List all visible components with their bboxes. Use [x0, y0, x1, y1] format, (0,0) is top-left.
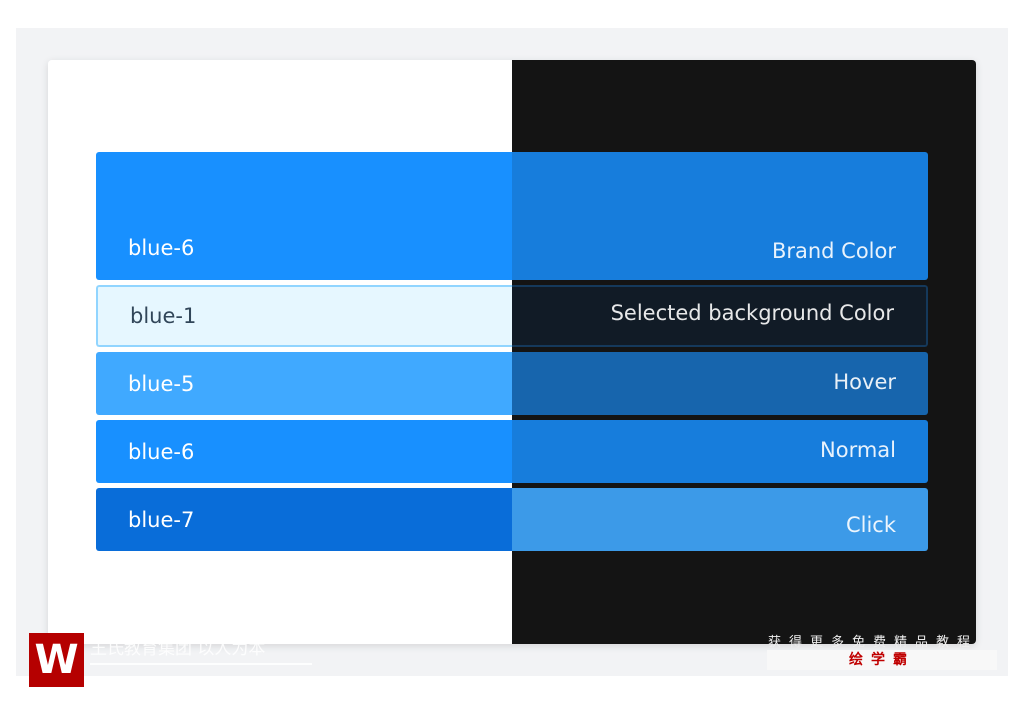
- watermark-left-text: 王氏教育集团 以人为本: [90, 634, 312, 665]
- color-usage: Normal: [512, 420, 928, 483]
- watermark-right-text: 获得更多免费精品教程: [768, 635, 979, 650]
- color-palette-card: blue-6 Brand Color blue-1 Selected backg…: [48, 60, 976, 644]
- color-row-selected: blue-1 Selected background Color: [96, 285, 928, 347]
- color-name: blue-6: [96, 152, 512, 280]
- logo-letter: W: [34, 637, 79, 683]
- color-row-hover: blue-5 Hover: [96, 352, 928, 415]
- color-usage: Brand Color: [512, 152, 928, 280]
- watermark-brand: 绘学霸: [767, 650, 997, 670]
- color-row-brand: blue-6 Brand Color: [96, 152, 928, 280]
- watermark-logo: W: [29, 633, 84, 687]
- color-name: blue-1: [96, 285, 512, 347]
- color-name: blue-6: [96, 420, 512, 483]
- color-usage: Click: [512, 488, 928, 551]
- color-usage: Selected background Color: [512, 285, 928, 347]
- color-usage: Hover: [512, 352, 928, 415]
- color-row-normal: blue-6 Normal: [96, 420, 928, 483]
- color-row-click: blue-7 Click: [96, 488, 928, 551]
- color-name: blue-5: [96, 352, 512, 415]
- color-name: blue-7: [96, 488, 512, 551]
